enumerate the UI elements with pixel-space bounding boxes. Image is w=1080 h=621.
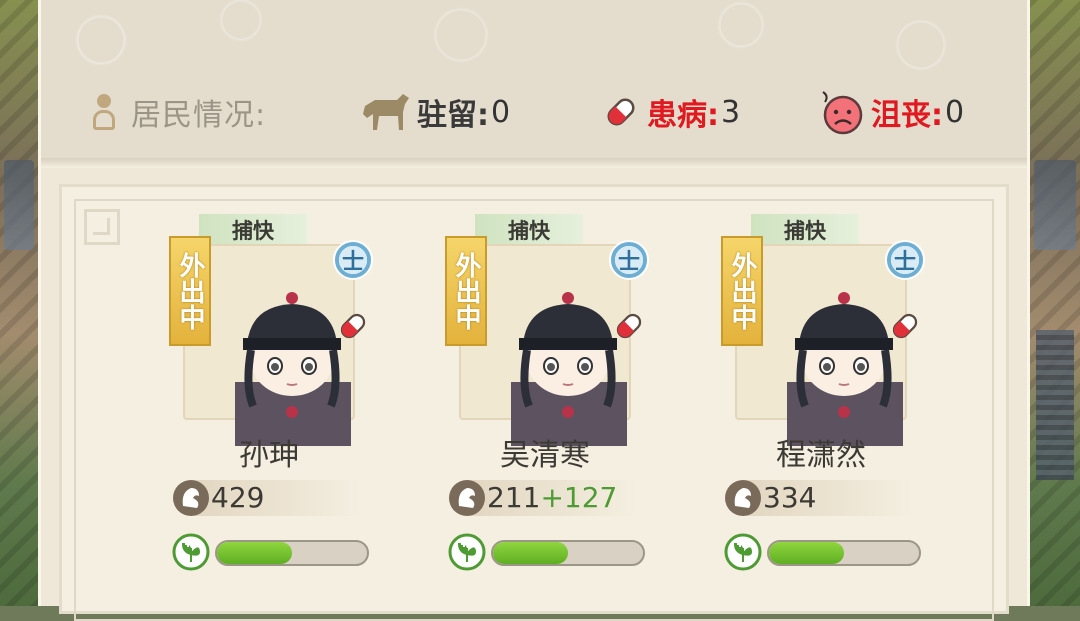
stat-sick: 患病: 3 [601,82,740,142]
health-bar [215,540,369,566]
health-leaf-icon [724,533,762,571]
health-stat [171,532,373,572]
sick-value: 3 [721,94,741,130]
resident-name: 程潇然 [776,438,866,473]
health-stat [447,532,649,572]
sick-pill-icon [616,313,642,339]
resident-status-row: 居民情况: 驻留: 0 患病: 3 沮丧: 0 [41,82,1027,142]
corner-ornament [84,209,120,245]
stat-stationed: 驻留: 0 [359,82,510,142]
rank-badge: 士 [885,240,925,280]
out-status-badge: 外出中 [445,236,487,346]
health-leaf-icon [448,533,486,571]
health-bar [767,540,921,566]
sick-pill-icon [340,313,366,339]
out-status-badge: 外出中 [721,236,763,346]
status-title-label: 居民情况: [131,98,267,133]
strength-arm-icon [725,480,761,516]
game-scene-right [1030,0,1080,606]
strength-bonus: +127 [540,481,618,514]
resident-name: 孙珅 [239,438,299,473]
strength-arm-icon [449,480,485,516]
status-title: 居民情况: [89,82,266,142]
strength-value: 429 [211,480,264,516]
resident-name: 吴清寒 [500,438,590,473]
health-fill [217,542,292,564]
strength-stat: 211+127 [447,476,637,520]
role-tag: 捕快 [199,214,307,246]
health-fill [493,542,568,564]
strength-stat: 429 [171,476,361,520]
health-fill [769,542,844,564]
health-leaf-icon [172,533,210,571]
game-scene-left [0,0,38,606]
sad-face-icon [822,91,863,135]
resident-card[interactable]: 捕快 外出中 士 [169,212,391,582]
strength-arm-icon [173,480,209,516]
depressed-label: 沮丧: [871,98,943,133]
sick-pill-icon [892,313,918,339]
strength-base: 334 [763,481,817,514]
strength-stat: 334 [723,476,913,520]
resident-panel: 居民情况: 驻留: 0 患病: 3 沮丧: 0 捕快 外出中 士 孙珅 429 … [38,0,1030,621]
resident-card[interactable]: 捕快 外出中 士 [721,212,943,582]
strength-base: 211 [487,481,541,514]
resident-card[interactable]: 捕快 外出中 士 [445,212,667,582]
health-bar [491,540,645,566]
stationed-label: 驻留: [417,98,489,133]
horse-icon [363,94,409,130]
out-status-badge: 外出中 [169,236,211,346]
sick-label: 患病: [647,98,719,133]
header-divider [41,158,1027,168]
role-tag: 捕快 [751,214,859,246]
strength-base: 429 [211,481,265,514]
role-tag: 捕快 [475,214,583,246]
resident-icon [89,92,119,132]
health-stat [723,532,925,572]
pill-icon [607,98,635,126]
depressed-value: 0 [945,94,965,130]
strength-value: 334 [763,480,816,516]
strength-value: 211+127 [487,480,617,516]
rank-badge: 士 [333,240,373,280]
stat-depressed: 沮丧: 0 [817,82,964,142]
stationed-value: 0 [491,94,511,130]
rank-badge: 士 [609,240,649,280]
